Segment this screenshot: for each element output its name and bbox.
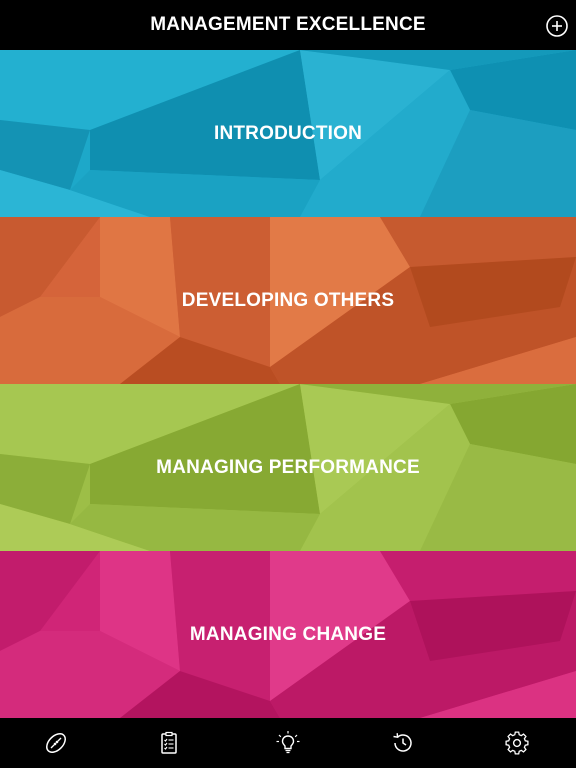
- app-title: MANAGEMENT EXCELLENCE: [150, 14, 426, 35]
- tab-ideas[interactable]: [275, 730, 301, 756]
- module-label: INTRODUCTION: [213, 122, 363, 144]
- bottom-tab-bar: [0, 718, 576, 768]
- rugby-ball-icon: [46, 733, 66, 753]
- tab-rugby[interactable]: [43, 730, 69, 756]
- module-introduction[interactable]: INTRODUCTION: [0, 50, 576, 217]
- tab-history[interactable]: [390, 730, 416, 756]
- lightbulb-icon: [276, 731, 300, 754]
- module-label: MANAGING CHANGE: [189, 623, 387, 645]
- gear-icon: [505, 731, 529, 755]
- module-list: INTRODUCTION DEVELOPING OTHERS MANAGING …: [0, 50, 576, 718]
- tab-settings[interactable]: [504, 730, 530, 756]
- history-clock-icon: [393, 733, 412, 752]
- module-label: MANAGING PERFORMANCE: [156, 456, 420, 478]
- module-label: DEVELOPING OTHERS: [181, 289, 395, 311]
- module-developing-others[interactable]: DEVELOPING OTHERS: [0, 217, 576, 384]
- add-button[interactable]: [545, 14, 569, 38]
- module-managing-change[interactable]: MANAGING CHANGE: [0, 551, 576, 718]
- tab-checklist[interactable]: [156, 730, 182, 756]
- plus-circle-icon: [546, 15, 568, 37]
- module-managing-performance[interactable]: MANAGING PERFORMANCE: [0, 384, 576, 551]
- clipboard-checklist-icon: [161, 731, 177, 754]
- top-bar: MANAGEMENT EXCELLENCE: [0, 0, 576, 50]
